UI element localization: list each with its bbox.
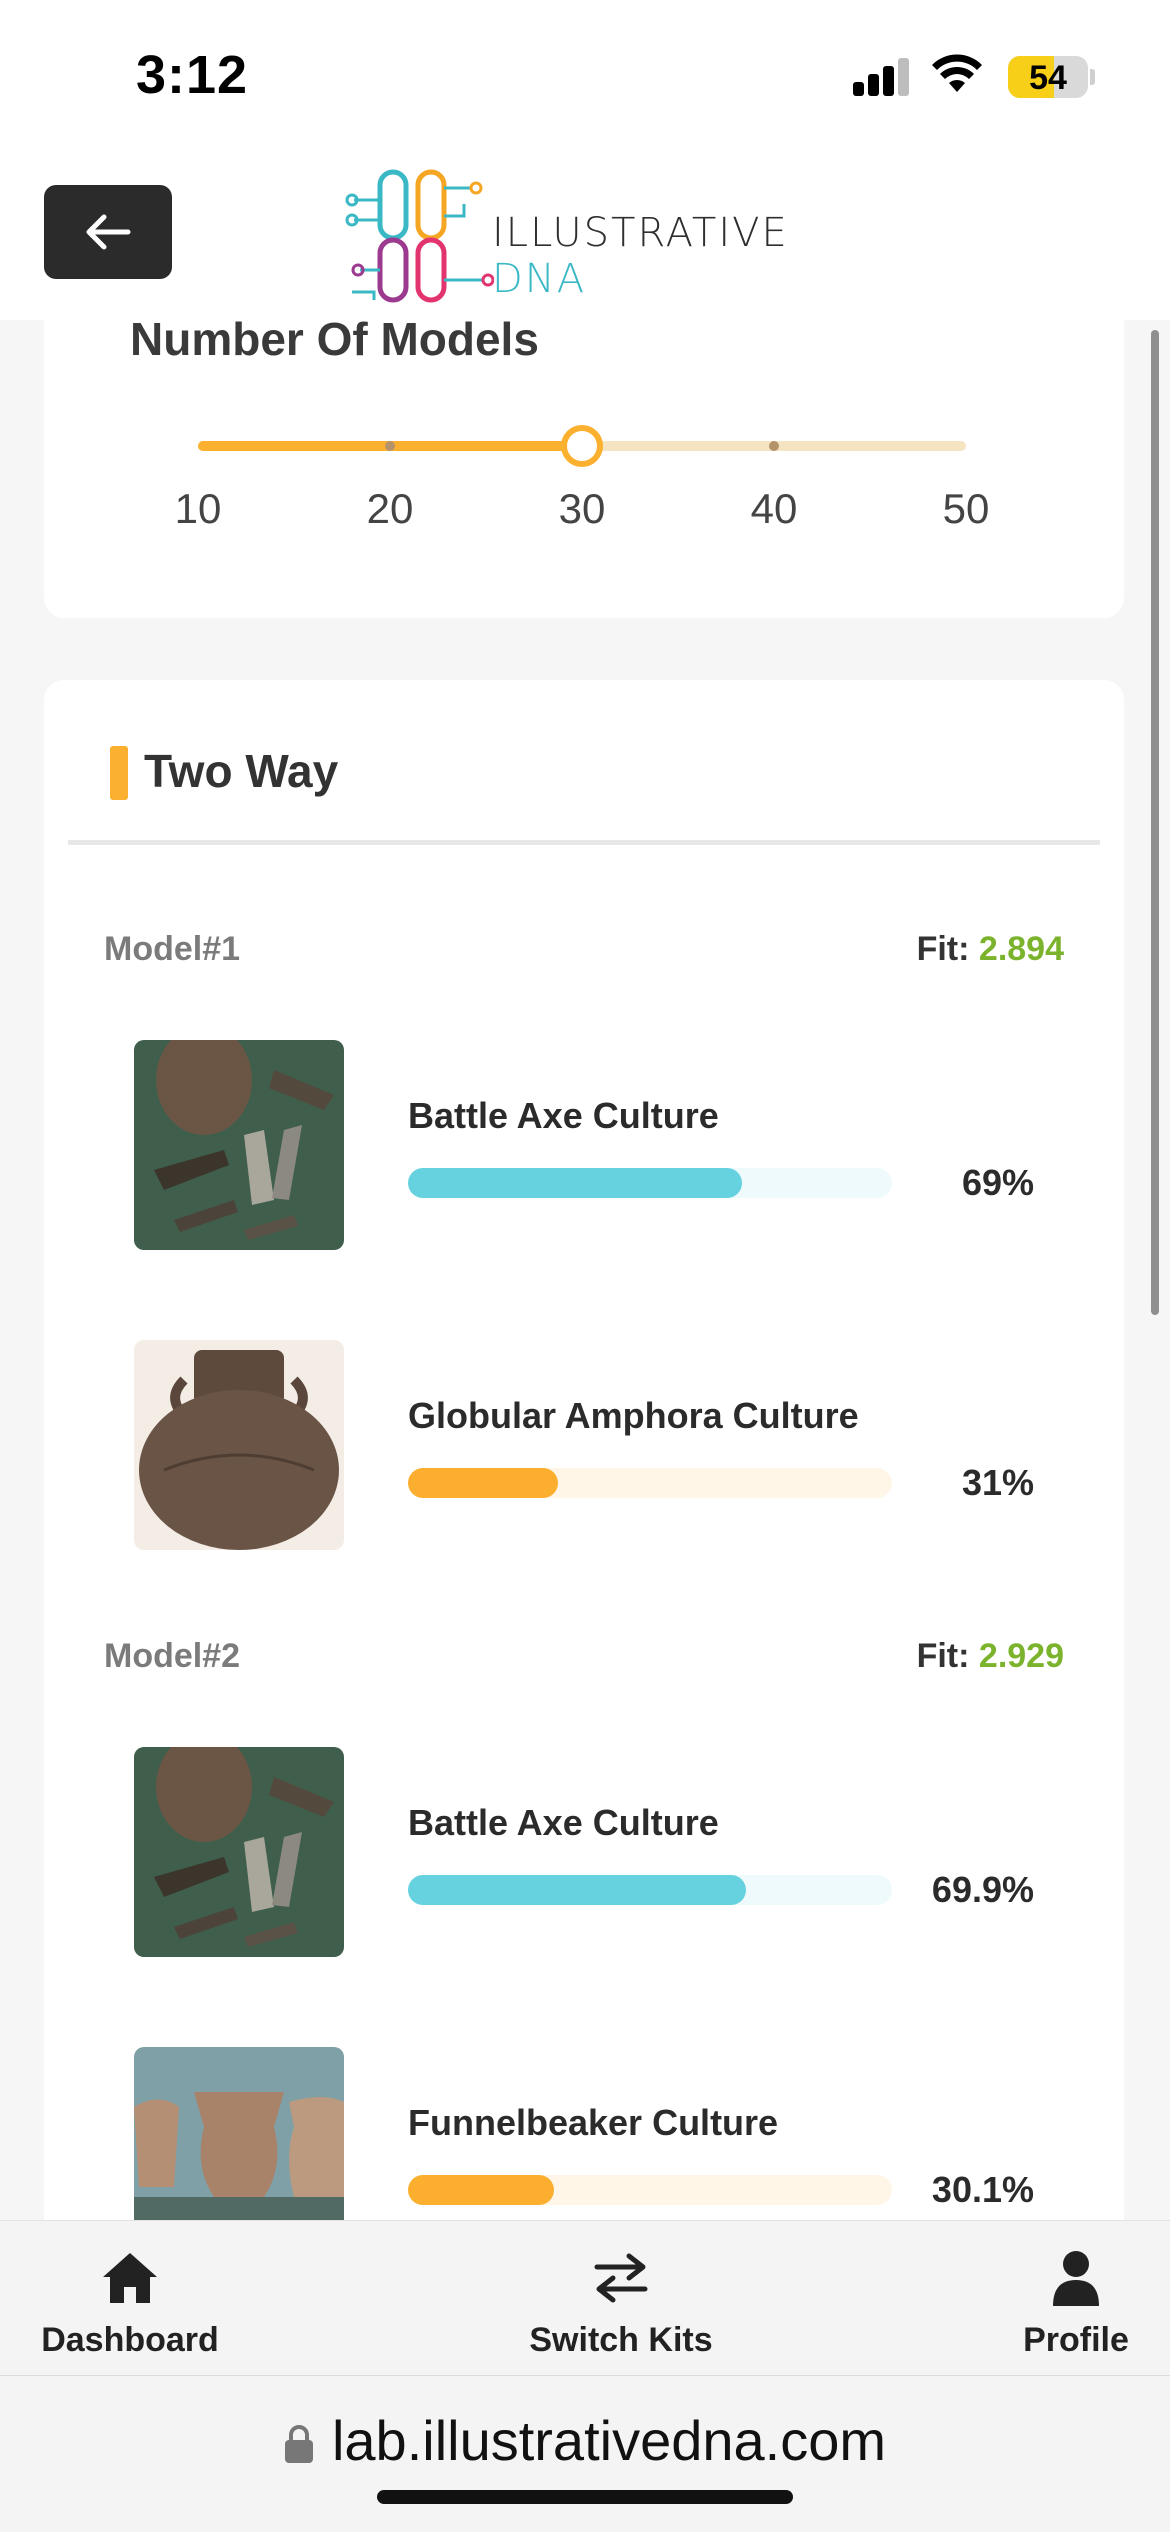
browser-url-bar[interactable]: lab.illustrativedna.com [0, 2375, 1170, 2532]
section-accent-bar [110, 746, 128, 800]
percentage-bar [408, 1875, 892, 1905]
percentage-bar-fill [408, 1168, 742, 1198]
population-percent: 69.9% [931, 1869, 1034, 1910]
percentage-bar-fill [408, 1875, 747, 1905]
url-field[interactable]: lab.illustrativedna.com [0, 2408, 1170, 2473]
status-bar: 3:12 54 [0, 0, 1170, 150]
two-way-card: Two Way Model#1 Fit: 2.894 Battle Axe Cu… [44, 680, 1124, 2220]
battery-icon: 54 [1008, 56, 1088, 98]
percentage-bar [408, 1468, 892, 1498]
illustrative-dna-logo[interactable]: ILLUSTRATIVE DNA [344, 160, 824, 310]
slider-tick[interactable]: 10 [138, 485, 258, 533]
scrollbar[interactable] [1151, 330, 1159, 1315]
population-percent: 30.1% [931, 2169, 1034, 2210]
population-name: Battle Axe Culture [408, 1095, 719, 1136]
population-percent: 31% [961, 1462, 1034, 1503]
battery-level: 54 [1029, 59, 1067, 97]
population-row[interactable]: Battle Axe Culture 69% [44, 1040, 1124, 1250]
swap-arrows-icon [594, 2253, 648, 2303]
funnelbeaker-pottery-image [134, 2047, 344, 2220]
home-indicator [377, 2490, 793, 2504]
battle-axe-artifacts-image [134, 1747, 344, 1957]
slider-step [769, 441, 779, 451]
cellular-signal-icon [853, 56, 913, 96]
back-button[interactable] [44, 185, 172, 279]
population-name: Funnelbeaker Culture [408, 2102, 779, 2143]
battle-axe-artifacts-image [134, 1040, 344, 1250]
nav-profile[interactable]: Profile [1016, 2243, 1136, 2360]
slider-tick[interactable]: 20 [330, 485, 450, 533]
url-text: lab.illustrativedna.com [331, 2409, 887, 2472]
percentage-bar [408, 1168, 892, 1198]
fit-score: Fit: 2.929 [916, 1637, 1064, 1675]
main-content[interactable]: Number Of Models 10 20 30 40 50 Two Way … [0, 320, 1170, 2220]
lock-icon [284, 2425, 313, 2463]
two-way-title: Two Way [144, 745, 339, 797]
status-time: 3:12 [136, 45, 249, 105]
wifi-icon [932, 54, 982, 92]
slider-tick[interactable]: 40 [714, 485, 834, 533]
population-row[interactable]: Globular Amphora Culture 31% [44, 1340, 1124, 1550]
model-label: Model#1 [104, 930, 241, 968]
number-of-models-card: Number Of Models 10 20 30 40 50 [44, 320, 1124, 618]
population-percent: 69% [961, 1162, 1034, 1203]
nav-switch-kits-label: Switch Kits [529, 2321, 713, 2359]
population-name: Battle Axe Culture [408, 1802, 719, 1843]
slider-tick[interactable]: 30 [522, 485, 642, 533]
percentage-bar-fill [408, 1468, 559, 1498]
model-label: Model#2 [104, 1637, 241, 1675]
percentage-bar [408, 2175, 892, 2205]
slider-step [385, 441, 395, 451]
models-slider[interactable] [198, 425, 966, 467]
nav-profile-label: Profile [1023, 2321, 1129, 2359]
home-icon [103, 2253, 157, 2303]
dna-logo-icon [345, 169, 494, 303]
bottom-nav: Dashboard Switch Kits Profile [0, 2220, 1170, 2375]
population-row[interactable]: Funnelbeaker Culture 30.1% [44, 2047, 1124, 2220]
nav-dashboard-label: Dashboard [41, 2321, 219, 2359]
nav-switch-kits[interactable]: Switch Kits [524, 2243, 718, 2360]
slider-tick[interactable]: 50 [906, 485, 1026, 533]
fit-score: Fit: 2.894 [916, 930, 1064, 968]
slider-thumb[interactable] [561, 425, 603, 467]
logo-text: ILLUSTRATIVE DNA [492, 210, 789, 302]
population-row[interactable]: Battle Axe Culture 69.9% [44, 1747, 1124, 1957]
population-name: Globular Amphora Culture [408, 1395, 859, 1436]
nav-dashboard[interactable]: Dashboard [38, 2243, 222, 2360]
globular-amphora-image [134, 1340, 344, 1550]
app-header: ILLUSTRATIVE DNA [0, 150, 1170, 320]
divider [68, 840, 1100, 845]
number-of-models-title: Number Of Models [130, 320, 539, 365]
percentage-bar-fill [408, 2175, 554, 2205]
person-icon [1053, 2251, 1099, 2306]
arrow-left-icon [86, 214, 131, 250]
